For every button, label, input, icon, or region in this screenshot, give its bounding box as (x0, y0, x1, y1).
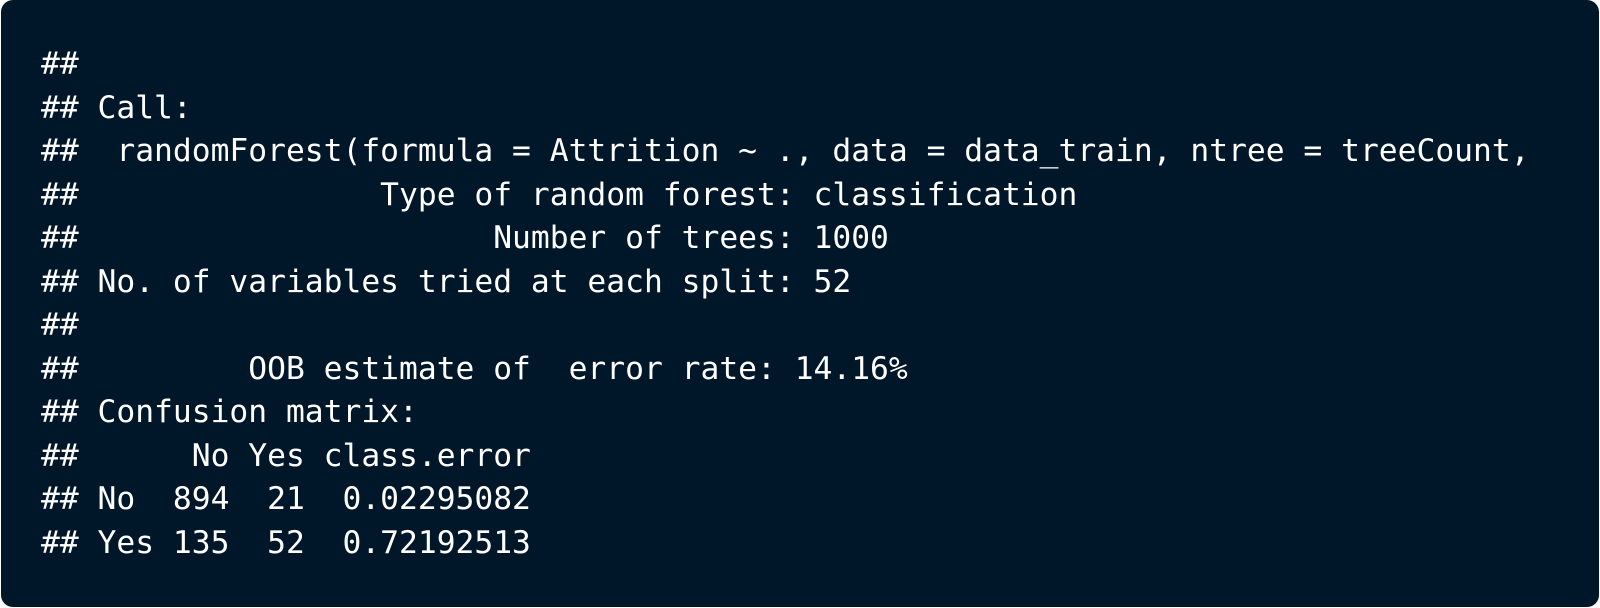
output-line-oob-error: ## OOB estimate of error rate: 14.16% (41, 350, 908, 387)
output-line-blank: ## (41, 307, 79, 343)
code-output-block: ## ## Call: ## randomForest(formula = At… (1, 0, 1599, 607)
output-line-tree-count: ## Number of trees: 1000 (41, 220, 889, 256)
output-line-blank: ## (41, 46, 79, 82)
confusion-matrix-column-headers: ## No Yes class.error (41, 437, 531, 474)
output-line-variables-tried: ## No. of variables tried at each split:… (41, 263, 852, 300)
confusion-matrix-row-yes: ## Yes 135 52 0.72192513 (41, 524, 531, 561)
output-line-call: ## randomForest(formula = Attrition ~ .,… (41, 133, 1530, 169)
output-line-confusion-header: ## Confusion matrix: (41, 394, 418, 430)
confusion-matrix-row-no: ## No 894 21 0.02295082 (41, 481, 531, 517)
output-line-forest-type: ## Type of random forest: classification (41, 176, 1078, 213)
output-line-call-header: ## Call: (41, 89, 192, 126)
